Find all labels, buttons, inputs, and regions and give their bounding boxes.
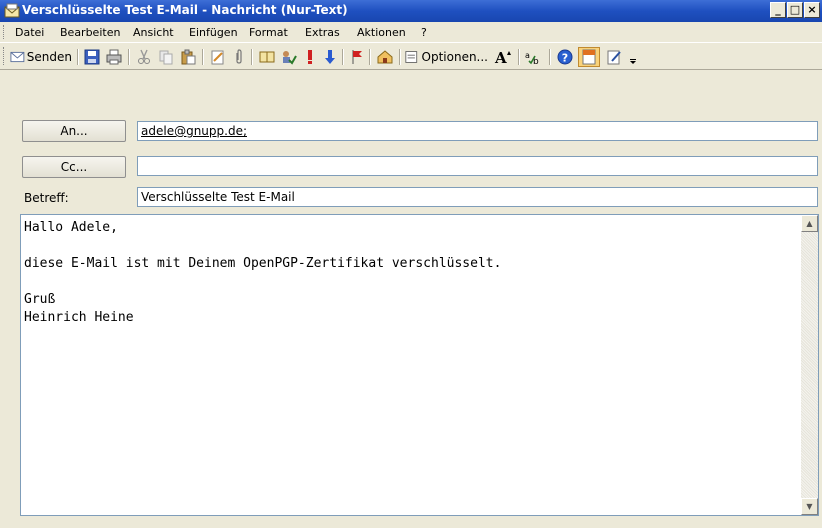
minimize-button[interactable]: _: [770, 2, 786, 18]
message-body-text[interactable]: Hallo Adele, diese E-Mail ist mit Deinem…: [24, 219, 501, 327]
font-size-icon: A: [494, 49, 511, 65]
toolbar-separator: [128, 49, 130, 65]
toolbar-separator: [399, 49, 401, 65]
cut-button[interactable]: [134, 47, 154, 67]
help-icon: ?: [557, 49, 573, 65]
address-book-icon: [259, 51, 275, 63]
toolbar-separator: [202, 49, 204, 65]
menu-extras[interactable]: Extras: [305, 26, 340, 39]
cc-field[interactable]: [137, 156, 818, 176]
sign-icon: [582, 49, 596, 65]
menu-ansicht[interactable]: Ansicht: [133, 26, 174, 39]
importance-low-icon: [325, 50, 335, 64]
copy-icon: [159, 50, 173, 65]
paste-button[interactable]: [178, 47, 198, 67]
toolbar-separator: [549, 49, 551, 65]
importance-high-icon: [308, 50, 312, 64]
sign-button[interactable]: [578, 47, 600, 67]
toolbar-separator: [342, 49, 344, 65]
copy-button[interactable]: [156, 47, 176, 67]
importance-high-button[interactable]: [301, 47, 319, 67]
toolbar-overflow[interactable]: [628, 47, 638, 67]
send-button[interactable]: Senden: [10, 47, 72, 67]
attach-button[interactable]: [230, 47, 248, 67]
svg-text:?: ?: [562, 52, 568, 65]
status-bar: [0, 516, 822, 528]
scroll-up-button[interactable]: ▲: [801, 215, 818, 232]
subject-field[interactable]: Verschlüsselte Test E-Mail: [137, 187, 818, 207]
options-icon: [405, 51, 418, 63]
cc-button[interactable]: Cc...: [22, 156, 126, 178]
toolbar-separator: [77, 49, 79, 65]
permission-button[interactable]: [375, 47, 395, 67]
message-body[interactable]: Hallo Adele, diese E-Mail ist mit Deinem…: [20, 214, 819, 516]
print-button[interactable]: [104, 47, 124, 67]
permission-icon: [377, 50, 393, 64]
to-field[interactable]: adele@gnupp.de;: [137, 121, 818, 141]
paste-icon: [181, 49, 196, 65]
vertical-scrollbar[interactable]: ▲ ▼: [801, 215, 818, 515]
importance-low-button[interactable]: [321, 47, 339, 67]
subject-label: Betreff:: [24, 191, 69, 205]
to-button[interactable]: An...: [22, 120, 126, 142]
insert-file-icon: [211, 50, 224, 65]
check-names-icon: [283, 51, 297, 65]
menu-grip[interactable]: [3, 25, 7, 39]
toolbar-separator: [518, 49, 520, 65]
window-title: Verschlüsselte Test E-Mail - Nachricht (…: [22, 3, 348, 17]
font-size-button[interactable]: A: [492, 47, 514, 67]
check-names-button[interactable]: [279, 47, 299, 67]
encrypt-icon: [607, 50, 621, 65]
toolbar-grip[interactable]: [3, 47, 7, 65]
toolbar-separator: [251, 49, 253, 65]
toolbar-separator: [369, 49, 371, 65]
follow-up-flag-icon: [352, 50, 362, 64]
menu-aktionen[interactable]: Aktionen: [357, 26, 406, 39]
send-label: Senden: [26, 50, 72, 64]
send-icon: [10, 51, 25, 63]
chevron-down-icon: [630, 59, 636, 64]
options-label: Optionen...: [421, 50, 488, 64]
menu-bar: Datei Bearbeiten Ansicht Einfügen Format…: [0, 22, 822, 42]
to-recipient[interactable]: adele@gnupp.de;: [141, 124, 247, 138]
menu-datei[interactable]: Datei: [15, 26, 44, 39]
menu-bearbeiten[interactable]: Bearbeiten: [60, 26, 120, 39]
title-bar[interactable]: Verschlüsselte Test E-Mail - Nachricht (…: [0, 0, 822, 22]
close-button[interactable]: ×: [804, 2, 820, 18]
scroll-down-button[interactable]: ▼: [801, 498, 818, 515]
menu-help[interactable]: ?: [421, 26, 427, 39]
help-button[interactable]: ?: [554, 47, 576, 67]
menu-einfuegen[interactable]: Einfügen: [189, 26, 238, 39]
cut-icon: [138, 49, 150, 64]
spell-check-icon: a b: [525, 51, 539, 65]
attach-icon: [236, 49, 242, 64]
maximize-button[interactable]: □: [787, 2, 803, 18]
svg-text:A: A: [494, 49, 507, 65]
svg-text:a: a: [525, 51, 530, 60]
address-book-button[interactable]: [257, 47, 277, 67]
print-icon: [106, 49, 122, 65]
menu-format[interactable]: Format: [249, 26, 288, 39]
message-header: An... adele@gnupp.de; Cc... Betreff: Ver…: [0, 70, 822, 214]
standard-toolbar: Senden Optionen... A a b ?: [0, 42, 822, 70]
follow-up-button[interactable]: [348, 47, 366, 67]
encrypt-button[interactable]: [603, 47, 625, 67]
options-button[interactable]: Optionen...: [404, 47, 488, 67]
insert-file-button[interactable]: [208, 47, 228, 67]
save-icon: [84, 49, 100, 65]
message-icon: [4, 3, 20, 18]
spell-check-button[interactable]: a b: [523, 47, 545, 67]
save-button[interactable]: [82, 47, 102, 67]
